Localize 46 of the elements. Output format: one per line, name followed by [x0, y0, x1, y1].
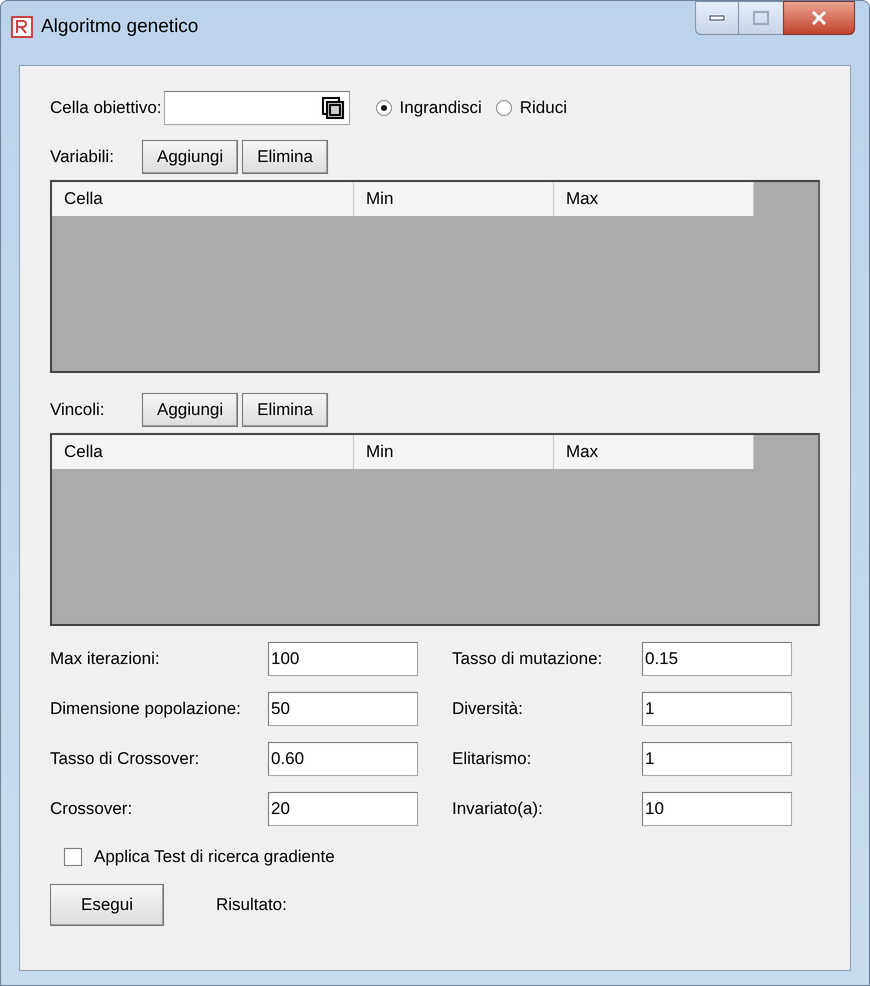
text-field[interactable]: 1	[642, 742, 792, 776]
close-icon	[811, 11, 827, 25]
text-field[interactable]: 100	[268, 642, 418, 676]
toolbar-button[interactable]: Aggiungi	[142, 393, 238, 427]
toolbar-button[interactable]: Elimina	[242, 140, 328, 174]
run-button[interactable]: Esegui	[50, 884, 164, 926]
field-label: Tasso di Crossover:	[50, 748, 200, 770]
app-logo-icon	[11, 16, 33, 38]
section-label: Variabili:	[50, 146, 115, 168]
minimize-icon	[709, 15, 725, 21]
text-field[interactable]: 50	[268, 692, 418, 726]
checkbox-label: Applica Test di ricerca gradiente	[94, 846, 335, 868]
column-header[interactable]: Min	[354, 182, 554, 216]
toolbar-button[interactable]: Aggiungi	[142, 140, 238, 174]
radio-label: Riduci	[520, 97, 567, 120]
maximize-icon	[753, 11, 769, 25]
cell-picker-icon[interactable]	[320, 96, 345, 120]
field-label: Max iterazioni:	[50, 648, 161, 670]
minimize-button[interactable]	[695, 1, 739, 35]
text-field[interactable]: 0.15	[642, 642, 792, 676]
close-button[interactable]	[783, 1, 855, 35]
result-label: Risultato:	[216, 894, 287, 916]
checkbox[interactable]	[64, 848, 82, 866]
field-label: Crossover:	[50, 798, 134, 820]
text-field[interactable]: 1	[642, 692, 792, 726]
field-label: Tasso di mutazione:	[452, 648, 604, 670]
column-header[interactable]: Min	[354, 435, 554, 469]
field-label: Diversità:	[452, 698, 524, 720]
field-label: Elitarismo:	[452, 748, 532, 770]
window-title: Algoritmo genetico	[41, 14, 198, 39]
toolbar-button[interactable]: Elimina	[242, 393, 328, 427]
radio-button[interactable]	[376, 100, 392, 116]
column-header[interactable]: Cella	[52, 182, 354, 216]
text-field[interactable]: 0.60	[268, 742, 418, 776]
field-label: Dimensione popolazione:	[50, 698, 242, 720]
field-label: Cella obiettivo:	[50, 97, 162, 120]
column-header[interactable]: Cella	[52, 435, 354, 469]
column-header[interactable]: Max	[554, 435, 754, 469]
column-header[interactable]: Max	[554, 182, 754, 216]
text-field[interactable]: 20	[268, 792, 418, 826]
text-field[interactable]: 10	[642, 792, 792, 826]
radio-button[interactable]	[496, 100, 512, 116]
radio-label: Ingrandisci	[400, 97, 482, 120]
section-label: Vincoli:	[50, 399, 106, 422]
field-label: Invariato(a):	[452, 798, 544, 820]
target-cell-field[interactable]	[164, 91, 350, 125]
